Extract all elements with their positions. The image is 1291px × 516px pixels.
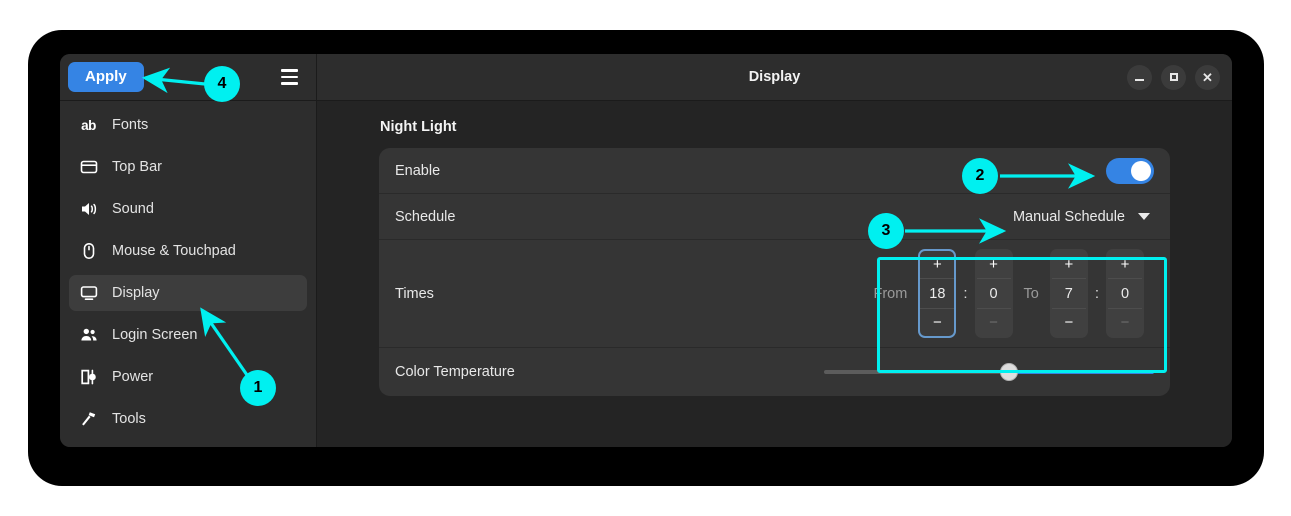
from-hour-value: 18 xyxy=(920,278,955,309)
sidebar-item-label: Power xyxy=(112,369,154,385)
mouse-icon xyxy=(79,242,98,261)
to-hour-decrement-button[interactable]: − xyxy=(1052,309,1086,336)
minimize-icon[interactable] xyxy=(1127,64,1152,90)
color-temperature-control xyxy=(824,362,1154,382)
monitor-icon xyxy=(79,284,98,303)
sidebar-item-label: Top Bar xyxy=(112,159,162,175)
to-time-separator: : xyxy=(1094,285,1099,302)
slider-track-fill xyxy=(1008,370,1154,374)
sidebar-item-power[interactable]: Power xyxy=(69,359,307,395)
color-temperature-slider[interactable] xyxy=(824,362,1154,382)
from-hour-decrement-button[interactable]: − xyxy=(920,309,954,336)
window-controls: ✕ xyxy=(1127,64,1220,90)
sidebar-item-tools[interactable]: Tools xyxy=(69,401,307,437)
schedule-label: Schedule xyxy=(395,208,456,225)
sidebar-item-label: Mouse & Touchpad xyxy=(112,243,236,259)
sidebar-item-label: Tools xyxy=(112,411,146,427)
slider-handle[interactable] xyxy=(999,363,1018,381)
ab-text-icon: ab xyxy=(81,117,96,133)
sidebar: ab Fonts Top Bar Sound Mouse & Touchpad … xyxy=(60,101,317,447)
toggle-knob xyxy=(1131,160,1151,181)
sidebar-item-label: Display xyxy=(112,285,160,301)
power-plug-icon xyxy=(79,368,98,387)
sidebar-item-label: Login Screen xyxy=(112,327,198,343)
from-minute-value: 0 xyxy=(976,278,1011,309)
from-time-separator: : xyxy=(963,285,968,302)
hammer-icon xyxy=(79,410,98,429)
to-minute-stepper[interactable]: + 0 − xyxy=(1106,249,1144,338)
color-temperature-label: Color Temperature xyxy=(395,364,515,380)
section-title: Night Light xyxy=(380,119,457,135)
main-content: Night Light Enable Schedule Manual Sched… xyxy=(317,101,1232,447)
sidebar-item-top-bar[interactable]: Top Bar xyxy=(69,149,307,185)
chevron-down-icon xyxy=(1138,213,1150,220)
to-minute-value: 0 xyxy=(1108,278,1142,309)
preferences-card: Enable Schedule Manual Schedule Times Fr… xyxy=(379,148,1170,396)
from-minute-decrement-button[interactable]: − xyxy=(977,309,1011,336)
sidebar-item-sound[interactable]: Sound xyxy=(69,191,307,227)
sidebar-item-mouse-touchpad[interactable]: Mouse & Touchpad xyxy=(69,233,307,269)
times-control: From + 18 − : + 0 − To + 7 −: + 0 − xyxy=(852,241,1154,346)
to-minute-increment-button[interactable]: + xyxy=(1108,251,1142,278)
sidebar-item-login-screen[interactable]: Login Screen xyxy=(69,317,307,353)
sidebar-item-label: Sound xyxy=(112,201,154,217)
headerbar-left: Apply xyxy=(60,54,317,100)
page-title: Display xyxy=(748,69,801,85)
from-hour-increment-button[interactable]: + xyxy=(920,251,954,278)
row-color-temperature: Color Temperature xyxy=(379,348,1170,396)
close-icon[interactable]: ✕ xyxy=(1195,64,1220,90)
sidebar-item-display[interactable]: Display xyxy=(69,275,307,311)
from-minute-stepper[interactable]: + 0 − xyxy=(974,249,1013,338)
row-schedule: Schedule Manual Schedule xyxy=(379,194,1170,240)
enable-toggle[interactable] xyxy=(1106,157,1154,184)
to-hour-value: 7 xyxy=(1051,278,1086,309)
enable-label: Enable xyxy=(395,162,441,179)
window-headerbar: Apply Display ✕ xyxy=(60,54,1232,101)
headerbar-right: Display ✕ xyxy=(317,54,1232,100)
schedule-dropdown[interactable]: Manual Schedule xyxy=(1009,206,1154,228)
sidebar-item-fonts[interactable]: ab Fonts xyxy=(69,107,307,143)
times-label: Times xyxy=(395,285,434,302)
to-hour-stepper[interactable]: + 7 − xyxy=(1049,249,1088,338)
sidebar-item-label: Fonts xyxy=(112,117,149,133)
schedule-control: Manual Schedule xyxy=(1009,206,1154,228)
from-minute-increment-button[interactable]: + xyxy=(977,251,1011,278)
hamburger-menu-icon[interactable] xyxy=(274,63,304,91)
from-label: From xyxy=(873,285,908,302)
display-settings-window: Apply Display ✕ ab Fonts Top Bar Sound M… xyxy=(60,54,1232,447)
row-enable: Enable xyxy=(379,148,1170,194)
to-hour-increment-button[interactable]: + xyxy=(1052,251,1086,278)
row-times: Times From + 18 − : + 0 − To + 7 −: + 0… xyxy=(379,240,1170,348)
times-widget: From + 18 − : + 0 − To + 7 −: + 0 − xyxy=(852,241,1154,346)
window-body: ab Fonts Top Bar Sound Mouse & Touchpad … xyxy=(60,101,1232,447)
to-label: To xyxy=(1023,285,1039,302)
schedule-selected-value: Manual Schedule xyxy=(1012,208,1125,225)
top-bar-icon xyxy=(79,158,98,177)
speaker-icon xyxy=(79,200,98,219)
apply-button[interactable]: Apply xyxy=(68,61,144,93)
maximize-icon[interactable] xyxy=(1161,64,1186,90)
from-hour-stepper[interactable]: + 18 − xyxy=(918,249,957,338)
people-icon xyxy=(79,326,98,345)
enable-control xyxy=(1106,157,1154,184)
to-minute-decrement-button[interactable]: − xyxy=(1108,309,1142,336)
